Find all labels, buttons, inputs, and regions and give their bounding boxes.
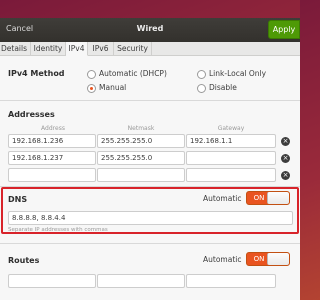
route-address-field[interactable] xyxy=(8,274,96,288)
dns-hint: Separate IP addresses with commas xyxy=(8,227,108,233)
network-settings-window: Cancel Wired Apply Details Identity IPv4… xyxy=(0,18,300,300)
radio-manual[interactable] xyxy=(87,84,96,93)
radio-link-local[interactable] xyxy=(197,70,206,79)
tab-security[interactable]: Security xyxy=(114,42,152,56)
gateway-column-header: Gateway xyxy=(217,125,245,132)
dns-label: DNS xyxy=(8,195,28,204)
delete-row-icon[interactable]: × xyxy=(281,154,290,163)
title-bar: Cancel Wired Apply xyxy=(0,18,300,42)
tab-bar: Details Identity IPv4 IPv6 Security xyxy=(0,42,300,56)
tab-ipv4[interactable]: IPv4 xyxy=(66,42,88,56)
radio-manual-label: Manual xyxy=(99,83,127,92)
delete-row-icon[interactable]: × xyxy=(281,171,290,180)
address-field[interactable]: 192.168.1.237 xyxy=(8,151,96,165)
delete-row-icon[interactable]: × xyxy=(281,137,290,146)
toggle-knob xyxy=(267,253,289,265)
tab-details[interactable]: Details xyxy=(0,42,31,56)
tab-ipv6[interactable]: IPv6 xyxy=(88,42,114,56)
gateway-field[interactable] xyxy=(186,151,276,165)
dns-automatic-label: Automatic xyxy=(203,194,242,203)
address-column-header: Address xyxy=(41,125,65,132)
addresses-label: Addresses xyxy=(8,110,55,119)
address-field[interactable] xyxy=(8,168,96,182)
radio-automatic-dhcp-label: Automatic (DHCP) xyxy=(99,69,167,78)
ipv4-method-label: IPv4 Method xyxy=(8,69,65,78)
radio-disable[interactable] xyxy=(197,84,206,93)
routes-automatic-toggle[interactable]: ON xyxy=(246,252,290,266)
radio-disable-label: Disable xyxy=(209,83,237,92)
netmask-field[interactable]: 255.255.255.0 xyxy=(97,134,185,148)
netmask-field[interactable]: 255.255.255.0 xyxy=(97,151,185,165)
routes-toggle-state: ON xyxy=(253,255,265,263)
toggle-knob xyxy=(267,192,289,204)
gateway-field[interactable] xyxy=(186,168,276,182)
netmask-column-header: Netmask xyxy=(127,125,155,132)
dns-toggle-state: ON xyxy=(253,194,265,202)
route-gateway-field[interactable] xyxy=(186,274,276,288)
window-title: Wired xyxy=(136,24,164,33)
dns-servers-input[interactable]: 8.8.8.8, 8.8.4.4 xyxy=(8,211,293,225)
divider xyxy=(0,243,300,244)
divider xyxy=(0,100,300,101)
route-netmask-field[interactable] xyxy=(97,274,185,288)
radio-link-local-label: Link-Local Only xyxy=(209,69,267,78)
gateway-field[interactable]: 192.168.1.1 xyxy=(186,134,276,148)
tab-identity[interactable]: Identity xyxy=(31,42,66,56)
address-field[interactable]: 192.168.1.236 xyxy=(8,134,96,148)
apply-button[interactable]: Apply xyxy=(268,20,300,39)
netmask-field[interactable] xyxy=(97,168,185,182)
routes-label: Routes xyxy=(8,256,40,265)
radio-automatic-dhcp[interactable] xyxy=(87,70,96,79)
dns-automatic-toggle[interactable]: ON xyxy=(246,191,290,205)
routes-automatic-label: Automatic xyxy=(203,255,242,264)
